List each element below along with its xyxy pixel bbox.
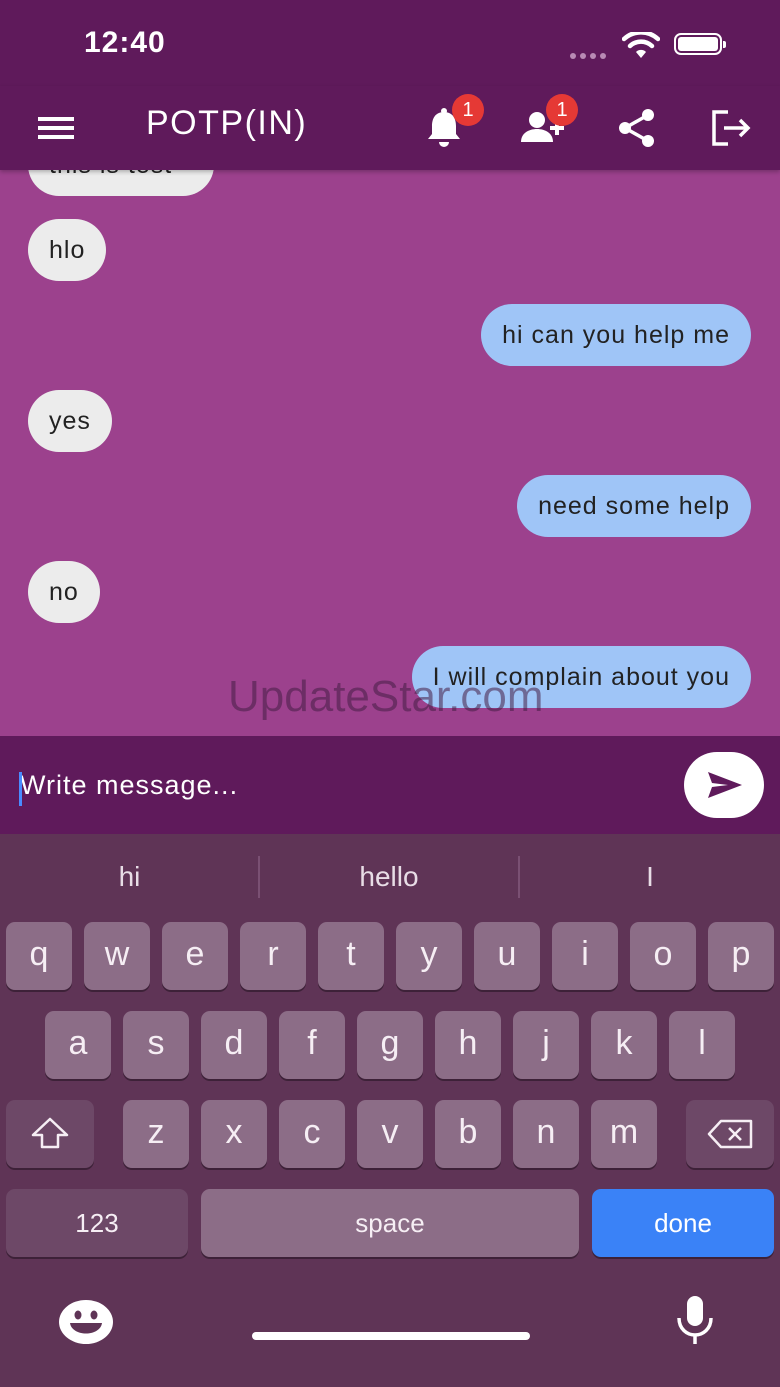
suggestion-bar: hi hello I — [0, 834, 780, 920]
key-s[interactable]: s — [123, 1011, 189, 1079]
key-a[interactable]: a — [45, 1011, 111, 1079]
emoji-icon — [59, 1300, 113, 1344]
add-friend-button[interactable]: 1 — [512, 94, 578, 156]
notifications-badge: 1 — [452, 94, 484, 126]
key-n[interactable]: n — [513, 1100, 579, 1168]
signal-icon — [570, 46, 610, 64]
status-bar: 12:40 — [0, 0, 780, 86]
wifi-icon — [622, 32, 660, 58]
key-y[interactable]: y — [396, 922, 462, 990]
microphone-button[interactable] — [672, 1294, 718, 1351]
share-button[interactable] — [608, 100, 664, 156]
backspace-icon — [707, 1119, 753, 1149]
key-h[interactable]: h — [435, 1011, 501, 1079]
text-cursor — [19, 772, 22, 806]
on-screen-keyboard: hi hello I q w e r t y u i o p a s d f g… — [0, 834, 780, 1387]
key-f[interactable]: f — [279, 1011, 345, 1079]
notifications-button[interactable]: 1 — [416, 94, 484, 156]
suggestion-item[interactable]: hi — [0, 834, 259, 920]
key-l[interactable]: l — [669, 1011, 735, 1079]
message-bubble-outgoing: hi can you help me — [481, 304, 751, 366]
menu-icon — [38, 117, 74, 139]
friend-requests-badge: 1 — [546, 94, 578, 126]
space-key[interactable]: space — [201, 1189, 579, 1257]
message-bubble-incoming: no — [28, 561, 100, 623]
app-title: POTP(IN) — [146, 104, 308, 142]
message-bubble-outgoing: need some help — [517, 475, 751, 537]
key-r[interactable]: r — [240, 922, 306, 990]
key-v[interactable]: v — [357, 1100, 423, 1168]
shift-key[interactable] — [6, 1100, 94, 1168]
suggestion-item[interactable]: hello — [260, 834, 518, 920]
share-icon — [619, 109, 654, 147]
key-t[interactable]: t — [318, 922, 384, 990]
done-key[interactable]: done — [592, 1189, 774, 1257]
key-x[interactable]: x — [201, 1100, 267, 1168]
logout-button[interactable] — [704, 100, 760, 156]
key-u[interactable]: u — [474, 922, 540, 990]
emoji-button[interactable] — [58, 1299, 114, 1350]
key-z[interactable]: z — [123, 1100, 189, 1168]
key-c[interactable]: c — [279, 1100, 345, 1168]
message-composer — [0, 736, 780, 834]
status-time: 12:40 — [84, 26, 166, 59]
message-bubble-incoming: yes — [28, 390, 112, 452]
key-d[interactable]: d — [201, 1011, 267, 1079]
menu-button[interactable] — [32, 108, 80, 148]
key-p[interactable]: p — [708, 922, 774, 990]
numbers-key[interactable]: 123 — [6, 1189, 188, 1257]
key-o[interactable]: o — [630, 922, 696, 990]
message-list[interactable]: this is test hlo hi can you help me yes … — [0, 170, 780, 736]
home-indicator[interactable] — [252, 1332, 530, 1340]
message-bubble-incoming: this is test — [28, 170, 214, 196]
key-m[interactable]: m — [591, 1100, 657, 1168]
message-bubble-incoming: hlo — [28, 219, 107, 281]
logout-icon — [712, 110, 751, 146]
key-k[interactable]: k — [591, 1011, 657, 1079]
key-b[interactable]: b — [435, 1100, 501, 1168]
message-bubble-outgoing: I will complain about you — [411, 646, 751, 708]
backspace-key[interactable] — [686, 1100, 774, 1168]
shift-icon — [31, 1117, 69, 1149]
key-w[interactable]: w — [84, 922, 150, 990]
app-bar: POTP(IN) 1 1 — [0, 86, 780, 170]
send-button[interactable] — [684, 752, 764, 818]
battery-icon — [674, 33, 726, 55]
suggestion-item[interactable]: I — [520, 834, 780, 920]
key-q[interactable]: q — [6, 922, 72, 990]
microphone-icon — [677, 1296, 713, 1344]
key-g[interactable]: g — [357, 1011, 423, 1079]
key-j[interactable]: j — [513, 1011, 579, 1079]
key-e[interactable]: e — [162, 922, 228, 990]
message-input[interactable] — [18, 760, 662, 810]
send-icon — [708, 772, 742, 798]
key-i[interactable]: i — [552, 922, 618, 990]
